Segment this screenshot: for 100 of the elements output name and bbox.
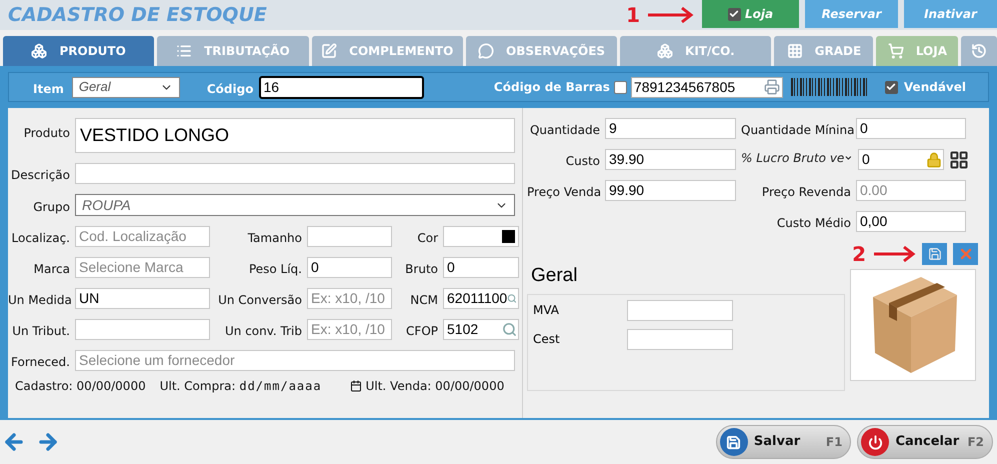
input-field[interactable]: 16 [259, 76, 424, 98]
input-field[interactable]: 0 [443, 257, 519, 278]
field-value: 5102 [447, 320, 478, 339]
field-label: NCM [409, 292, 438, 309]
meta-text: Ult. Venda: 00/00/0000 [366, 378, 504, 395]
checkbox[interactable] [884, 80, 898, 94]
page-title: CADASTRO DE ESTOQUE [8, 2, 268, 28]
input-field[interactable] [307, 226, 392, 247]
field-label: Preço Revenda [760, 184, 851, 201]
field-value: 0 [860, 119, 868, 138]
field-label: Quantidade [528, 122, 600, 139]
field-label: Cor [416, 230, 438, 247]
field-label: Preço Venda [527, 184, 600, 201]
field-label: Un Tribut. [11, 323, 70, 340]
field-value: 39.90 [609, 150, 644, 169]
search-icon[interactable] [502, 322, 517, 337]
printer-icon[interactable] [764, 79, 780, 95]
field-label: CFOP [405, 323, 438, 340]
calendar-icon[interactable] [350, 380, 362, 392]
field-label: Quantidade Mínina [741, 122, 851, 139]
input-field[interactable]: 39.90 [605, 149, 736, 170]
cart-icon [888, 43, 904, 59]
group-select[interactable]: ROUPA [75, 194, 515, 216]
input-field[interactable]: Cod. Localização [75, 226, 210, 247]
input-field[interactable]: 0 [307, 257, 392, 278]
field-label: MVA [533, 302, 560, 319]
input-field[interactable] [627, 328, 733, 350]
field-value: 9 [609, 119, 617, 138]
field-label: Tamanho [246, 230, 302, 247]
cancel-button[interactable]: Cancelar F2 [857, 425, 993, 459]
cubes-icon [31, 43, 48, 59]
edit-icon [321, 43, 338, 59]
input-field[interactable]: 0 [856, 118, 966, 139]
annotation-arrow [646, 6, 694, 24]
input-field[interactable] [627, 300, 733, 320]
field-placeholder: 0.00 [860, 181, 888, 200]
field-placeholder: Ex: x10, /10 [311, 289, 385, 308]
field-placeholder: Selecione Marca [79, 258, 184, 277]
field-label: Localizaç. [10, 230, 70, 247]
history-icon [971, 43, 988, 59]
input-field[interactable]: UN [75, 288, 210, 309]
annotation-number: 1 [626, 2, 640, 29]
field-placeholder: Selecione um fornecedor [79, 351, 235, 370]
field-placeholder: Cod. Localização [79, 227, 186, 246]
save-button[interactable] [922, 243, 947, 265]
field-value: 99.90 [609, 181, 644, 200]
field-value: 0 [311, 258, 319, 277]
field-label: Custo Médio [776, 215, 851, 232]
field-value: 0,00 [860, 212, 888, 231]
input-field[interactable] [75, 319, 210, 340]
input-field[interactable]: 7891234567805 [630, 76, 783, 98]
field-label: Un Conversão [217, 292, 302, 309]
field-label: Produto [22, 125, 70, 142]
field-label: Código de Barras [494, 79, 610, 96]
lock-icon[interactable] [926, 152, 942, 168]
field-label: Peso Líq. [248, 261, 302, 278]
power-icon [868, 434, 883, 450]
field-label: Marca [32, 261, 70, 278]
meta-text: Ult. Compra: dd/mm/aaaa [160, 378, 322, 395]
input-field[interactable]: Ex: x10, /10 [307, 288, 392, 309]
field-label: Custo [564, 153, 600, 170]
field-placeholder: Ex: x10, /10 [311, 320, 385, 339]
list-icon [176, 43, 192, 59]
field-label: Un Medida [8, 292, 70, 309]
field-label: Un conv. Trib [224, 323, 302, 340]
color-field[interactable] [443, 226, 519, 247]
grid-icon [786, 43, 803, 59]
checkbox[interactable] [614, 80, 627, 94]
input-field[interactable]: 62011100 [443, 288, 519, 309]
meta-text: Cadastro: 00/00/0000 [15, 378, 146, 395]
annotation-arrow [872, 245, 916, 263]
input-field[interactable]: Ex: x10, /10 [307, 319, 392, 340]
cubes-icon [657, 43, 674, 59]
input-field[interactable]: 9 [605, 118, 736, 139]
item-select[interactable]: Geral [72, 76, 180, 98]
field-label: Vendável [904, 79, 966, 96]
input-field[interactable]: 99.90 [605, 180, 736, 201]
floppy-icon [726, 434, 742, 450]
tab[interactable] [961, 36, 997, 66]
grid-icon[interactable] [949, 150, 969, 170]
checkbox[interactable] [728, 8, 741, 20]
input-field[interactable]: Selecione Marca [75, 257, 210, 278]
input-field[interactable]: VESTIDO LONGO [75, 118, 515, 153]
field-label: Grupo [32, 199, 70, 216]
tab[interactable]: PRODUTO [3, 36, 154, 66]
input-field[interactable]: Selecione um fornecedor [75, 350, 515, 371]
speech-bubble-icon [478, 43, 494, 59]
field-label: Descrição [10, 167, 70, 184]
input-field[interactable]: 5102 [443, 319, 519, 340]
margin-select[interactable]: % Lucro Bruto ve [741, 149, 853, 167]
field-label: Item [33, 81, 64, 98]
input-field[interactable]: 0 [858, 149, 944, 170]
input-field[interactable]: 0.00 [856, 180, 966, 201]
input-field[interactable]: 0,00 [856, 211, 966, 232]
field-value: 0 [447, 258, 455, 277]
input-field[interactable] [75, 163, 515, 184]
save-button[interactable]: Salvar F1 [716, 425, 852, 459]
floppy-icon [928, 247, 942, 261]
field-label: Cest [533, 331, 561, 348]
field-value: 62011100 [447, 289, 508, 308]
